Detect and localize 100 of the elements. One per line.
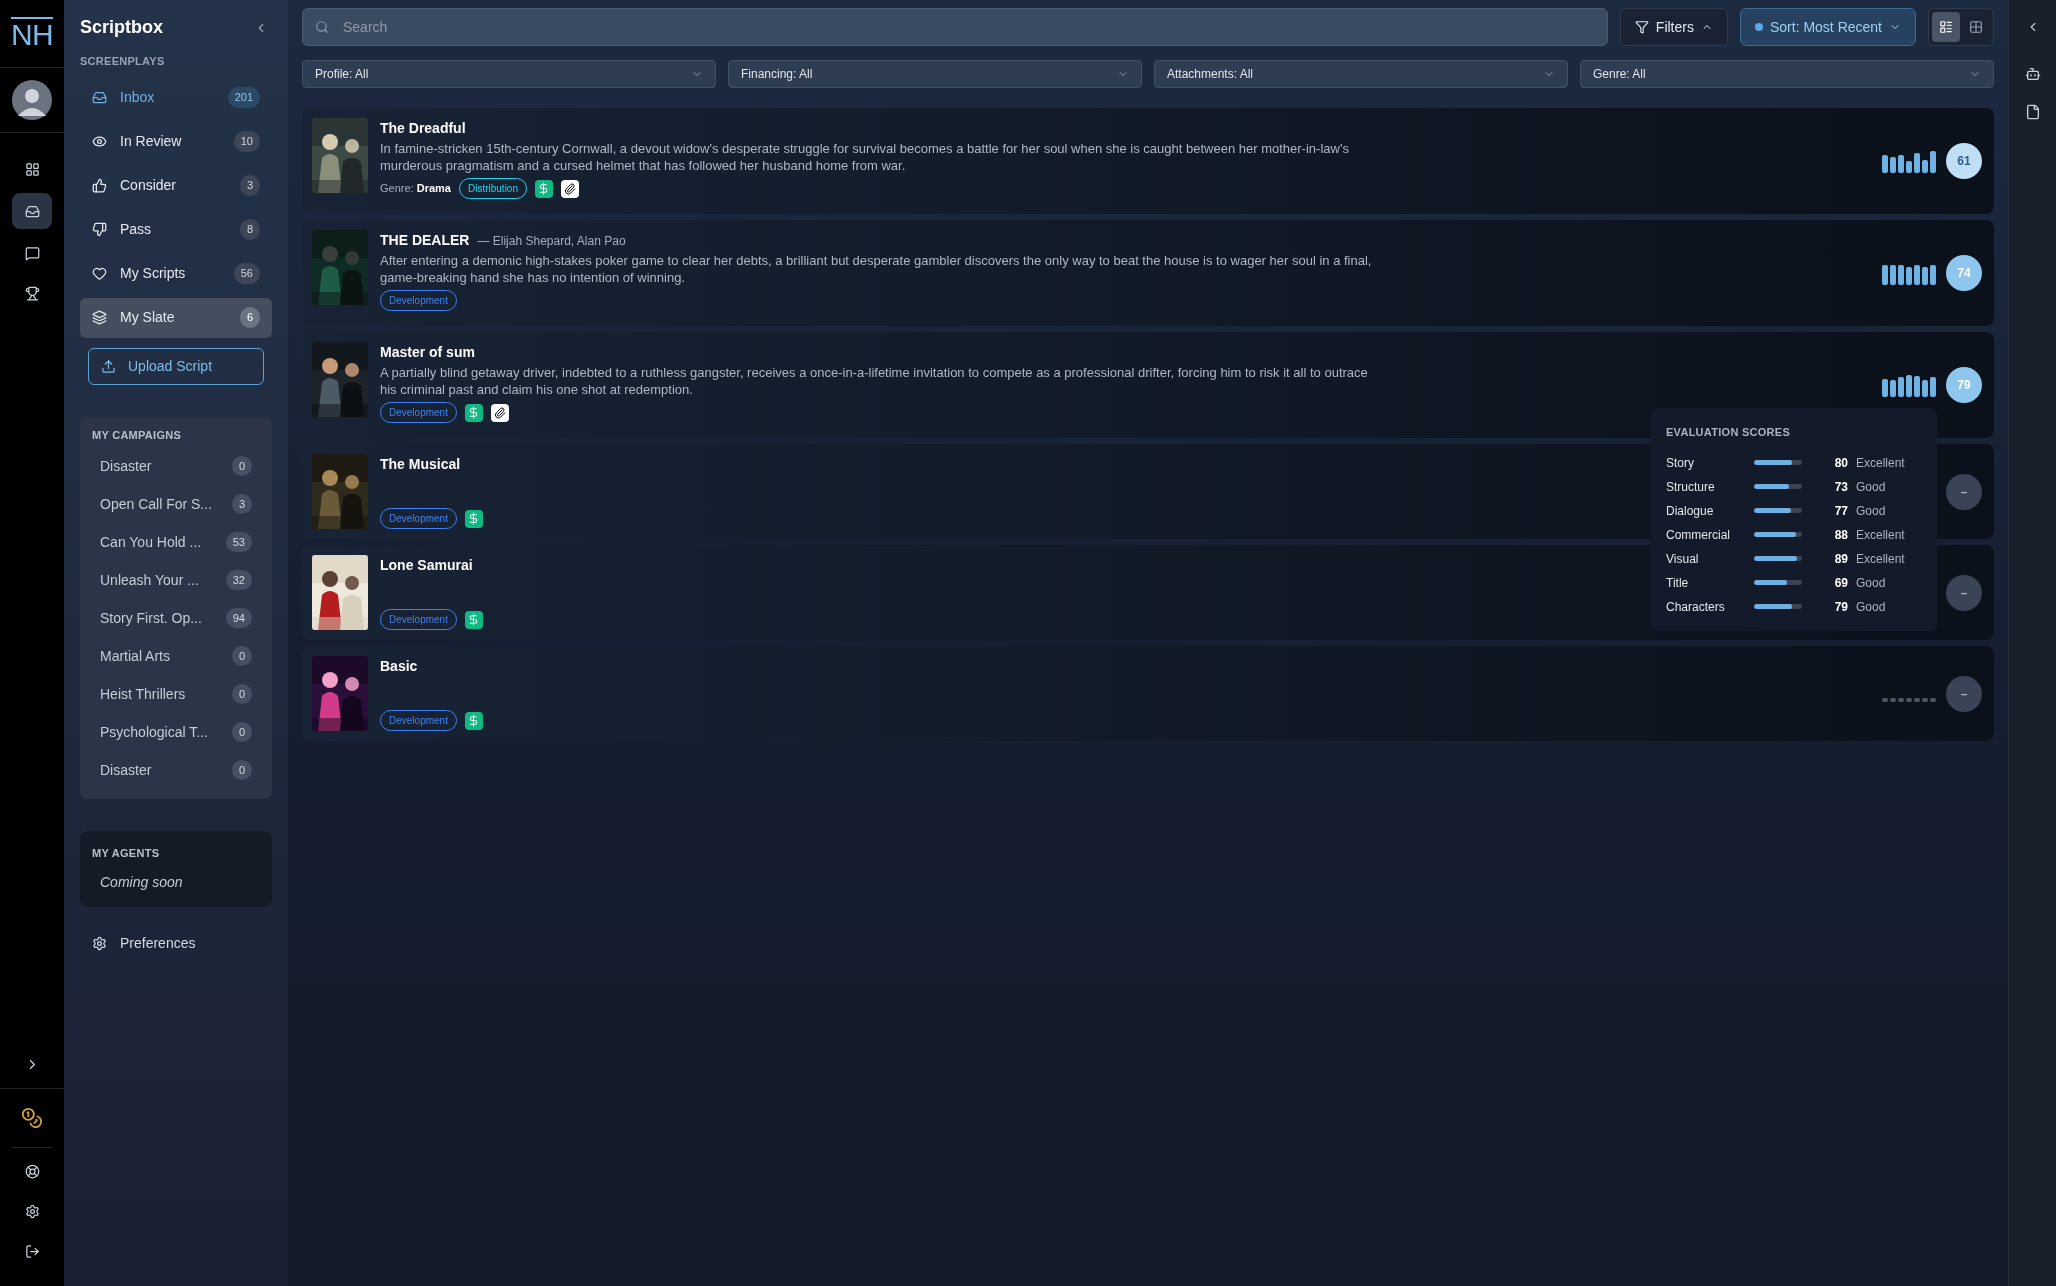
criterion-score: 77 <box>1833 502 1848 520</box>
criterion-rating: Good <box>1856 574 1886 592</box>
campaign-item[interactable]: Psychological T... 0 <box>92 713 260 751</box>
robot-icon[interactable] <box>2024 66 2041 82</box>
filters-button[interactable]: Filters <box>1619 8 1728 46</box>
upload-icon <box>101 358 116 374</box>
score-bars-icon <box>1882 373 1938 397</box>
campaign-item[interactable]: Story First. Op... 94 <box>92 599 260 637</box>
criterion-name: Visual <box>1666 550 1700 568</box>
inbox-icon <box>92 90 107 105</box>
criterion-score: 79 <box>1833 598 1848 616</box>
criterion-name: Title <box>1666 574 1690 592</box>
criterion-name: Characters <box>1666 598 1726 616</box>
filter-dropdown[interactable]: Genre: All <box>1580 60 1994 88</box>
count-badge: 8 <box>239 219 260 240</box>
section-heading: SCREENPLAYS <box>80 54 166 69</box>
eye-icon <box>92 134 107 149</box>
score-bars-icon <box>1882 149 1938 173</box>
script-title: THE DEALER <box>380 231 470 250</box>
count-badge: 53 <box>225 531 252 553</box>
settings-icon[interactable] <box>24 1204 40 1219</box>
count-badge: 94 <box>225 607 252 629</box>
count-badge: 3 <box>231 493 252 515</box>
list-icon <box>1939 20 1953 34</box>
script-title: The Dreadful <box>380 119 466 138</box>
script-description: A partially blind getaway driver, indebted to a ruthless gangster, receives a once-in-a-lifetime invitation to compete as a professional drifter, forcing him to risk it all to outrace his criminal past and claim his one shot at redemption. <box>380 364 1369 398</box>
criterion-rating: Good <box>1856 478 1886 496</box>
count-badge: 3 <box>239 175 260 196</box>
criterion-rating: Excellent <box>1856 550 1905 568</box>
sidebar-title: Scriptbox <box>80 16 163 39</box>
script-card[interactable] <box>302 220 1994 326</box>
thumbs-up-icon <box>92 178 107 193</box>
campaign-item[interactable]: Heist Thrillers 0 <box>92 675 260 713</box>
criterion-rating: Good <box>1856 598 1886 616</box>
preferences-link[interactable]: Preferences <box>80 932 272 954</box>
count-badge: 6 <box>239 307 260 328</box>
criterion-name: Dialogue <box>1666 502 1715 520</box>
sidebar-item[interactable]: My Scripts 56 <box>80 253 272 294</box>
script-card[interactable] <box>302 332 1994 438</box>
sidebar-item[interactable]: My Slate 6 <box>80 297 272 338</box>
logout-icon[interactable] <box>24 1244 40 1259</box>
script-description: In famine-stricken 15th-century Cornwall, a devout widow's desperate struggle for survival becomes a battle for her soul when she is caught between her mother-in-law's murderous pragmatism and a cursed helmet that has followed her husband home from war. <box>380 140 1350 174</box>
filter-dropdown[interactable]: Attachments: All <box>1154 60 1568 88</box>
campaign-item[interactable]: Martial Arts 0 <box>92 637 260 675</box>
document-icon[interactable] <box>2024 104 2041 120</box>
count-badge: 0 <box>231 645 252 667</box>
count-badge: 0 <box>231 721 252 743</box>
list-view-toggle[interactable] <box>1932 12 1960 42</box>
sidebar-item[interactable]: Consider 3 <box>80 165 272 206</box>
script-authors: — Elijah Shepard, Alan Pao <box>477 233 626 250</box>
criterion-score: 73 <box>1833 478 1848 496</box>
genre-label: Genre: Drama <box>380 181 451 197</box>
campaign-item[interactable]: Open Call For S... 3 <box>92 485 260 523</box>
inbox-icon[interactable] <box>12 193 52 229</box>
panel-heading: MY AGENTS <box>92 846 161 861</box>
criterion-name: Structure <box>1666 478 1716 496</box>
script-title: Basic <box>380 657 418 676</box>
criterion-score: 89 <box>1833 550 1848 568</box>
sidebar-item[interactable]: In Review 10 <box>80 121 272 162</box>
heart-icon <box>92 266 107 281</box>
count-badge: 0 <box>231 455 252 477</box>
script-title: Master of sum <box>380 343 475 362</box>
criterion-rating: Good <box>1856 502 1886 520</box>
count-badge: 10 <box>233 131 260 152</box>
count-badge: 56 <box>233 263 260 284</box>
criterion-score: 80 <box>1833 454 1848 472</box>
campaign-item[interactable]: Disaster 0 <box>92 751 260 789</box>
criterion-score: 69 <box>1833 574 1848 592</box>
avatar[interactable] <box>12 80 52 120</box>
count-badge: 0 <box>231 683 252 705</box>
criterion-rating: Excellent <box>1856 454 1905 472</box>
popover-title: EVALUATION SCORES <box>1666 425 1792 440</box>
coins-icon[interactable] <box>21 1107 43 1129</box>
search-field[interactable]: Search <box>302 8 1608 46</box>
upload-script-button[interactable]: Upload Script <box>88 347 264 385</box>
sidebar-item[interactable]: Inbox 201 <box>80 77 272 118</box>
campaign-item[interactable]: Unleash Your ... 32 <box>92 561 260 599</box>
thumbs-down-icon <box>92 222 107 237</box>
campaign-item[interactable]: Disaster 0 <box>92 447 260 485</box>
layers-icon <box>92 310 107 325</box>
filter-dropdown[interactable]: Profile: All <box>302 60 716 88</box>
count-badge: 32 <box>225 569 252 591</box>
script-card[interactable] <box>302 108 1994 214</box>
panel-heading: MY CAMPAIGNS <box>92 427 183 443</box>
criterion-name: Story <box>1666 454 1695 472</box>
sidebar-item[interactable]: Pass 8 <box>80 209 272 250</box>
script-description: After entering a demonic high-stakes poker game to clear her debts, a brilliant but desperate gambler discovers the only way to beat the house is to wager her soul in a final, game-breaking hand she has no intention of winning. <box>380 252 1373 286</box>
settings-icon <box>92 935 107 951</box>
help-icon[interactable] <box>24 1164 40 1179</box>
empty-score-dots-icon <box>1882 697 1938 702</box>
count-badge: 0 <box>231 759 252 781</box>
filter-icon <box>1634 20 1649 34</box>
count-badge: 201 <box>227 87 260 108</box>
logo: NH <box>11 17 53 50</box>
campaign-item[interactable]: Can You Hold ... 53 <box>92 523 260 561</box>
search-icon <box>315 20 329 34</box>
script-title: The Musical <box>380 455 461 474</box>
sort-button[interactable]: Sort: Most Recent <box>1739 8 1916 46</box>
script-card[interactable]: Basic Development – <box>302 646 1994 741</box>
filter-dropdown[interactable]: Financing: All <box>728 60 1142 88</box>
